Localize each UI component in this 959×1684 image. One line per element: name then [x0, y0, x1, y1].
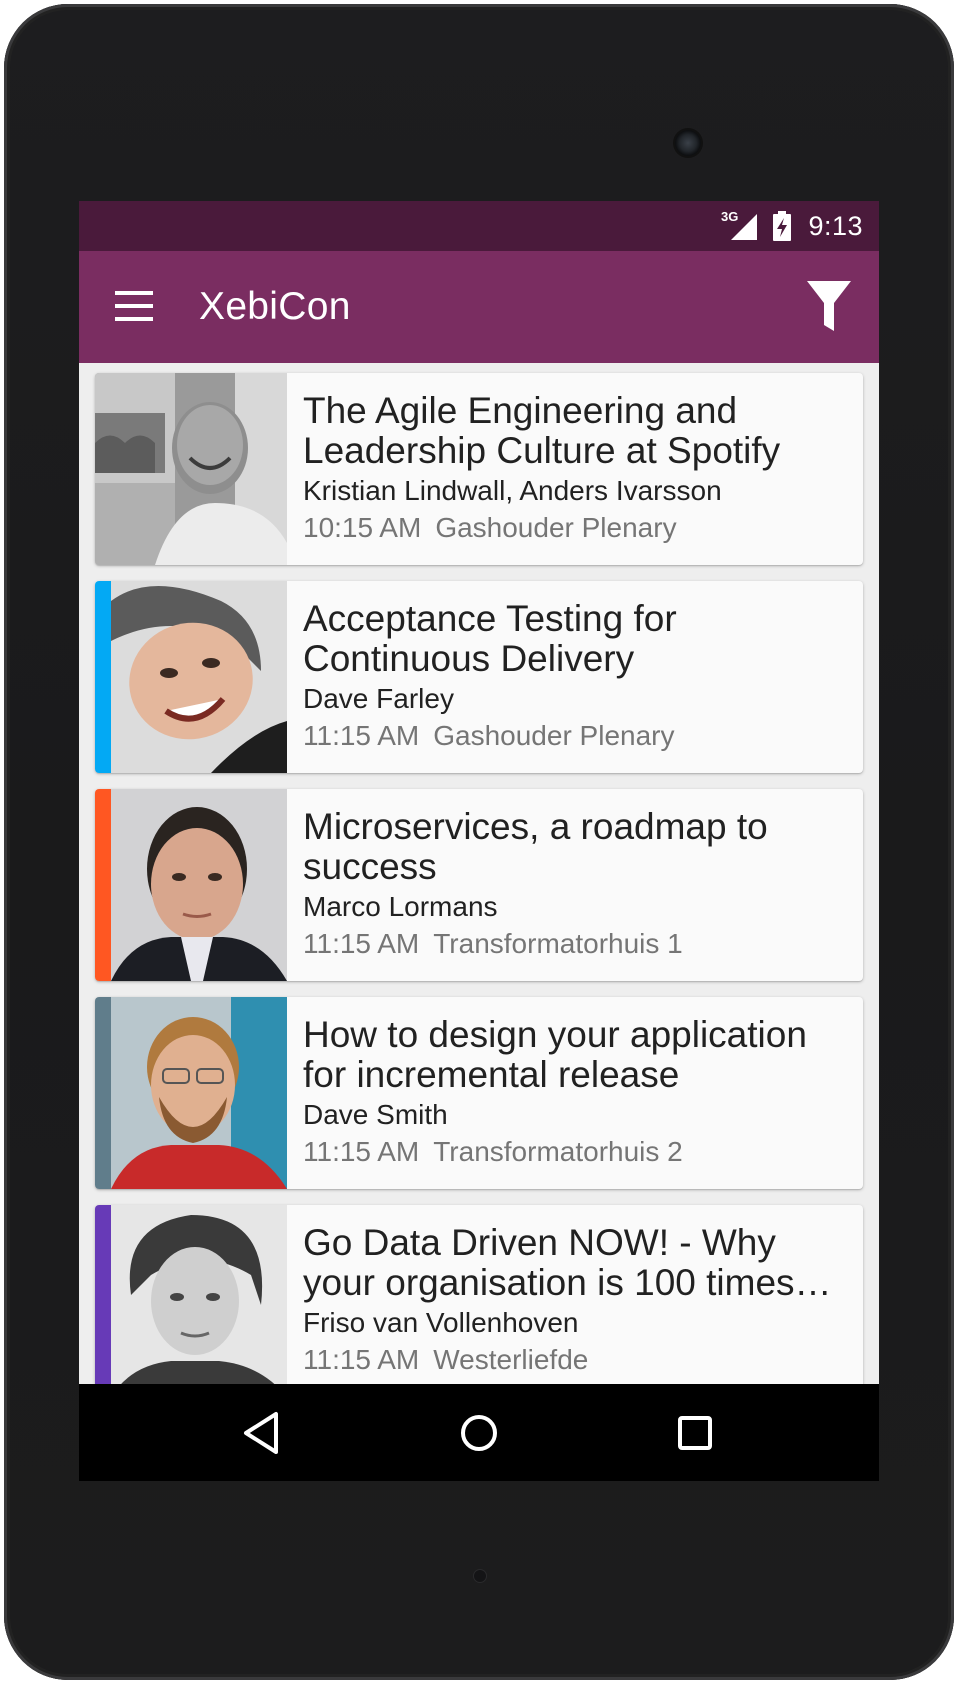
- session-time: 11:15 AM: [303, 1344, 420, 1375]
- session-time: 11:15 AM: [303, 1136, 420, 1167]
- recents-square-icon[interactable]: [670, 1408, 720, 1458]
- status-time: 9:13: [808, 211, 863, 241]
- session-speakers: Friso van Vollenhoven: [303, 1307, 579, 1338]
- cellular-signal-icon: 3G: [721, 209, 759, 242]
- session-card[interactable]: Acceptance Testing for Continuous Delive…: [95, 581, 863, 773]
- session-info: How to design your application for incre…: [303, 1015, 851, 1170]
- track-color-bar: [95, 789, 111, 981]
- session-title: Microservices, a roadmap to success: [303, 807, 768, 887]
- speaker-photo: [111, 789, 287, 981]
- system-nav-bar: [79, 1384, 879, 1481]
- track-color-bar: [95, 997, 111, 1189]
- session-meta: 11:15 AM Transformatorhuis 2: [303, 1134, 851, 1170]
- track-color-bar: [95, 1205, 111, 1397]
- speaker-photo: [111, 1205, 287, 1397]
- session-card[interactable]: Microservices, a roadmap to success Marc…: [95, 789, 863, 981]
- session-meta: 11:15 AM Westerliefde: [303, 1342, 851, 1378]
- hamburger-menu-icon[interactable]: [115, 291, 155, 321]
- session-list[interactable]: The Agile Engineering and Leadership Cul…: [95, 373, 863, 1413]
- session-room: Gashouder Plenary: [433, 720, 675, 751]
- session-card[interactable]: How to design your application for incre…: [95, 997, 863, 1189]
- session-time: 11:15 AM: [303, 720, 420, 751]
- speaker-photo: [95, 373, 287, 565]
- session-speakers: Dave Farley: [303, 683, 454, 714]
- session-title: Acceptance Testing for Continuous Delive…: [303, 599, 677, 679]
- session-info: The Agile Engineering and Leadership Cul…: [303, 391, 851, 546]
- session-card[interactable]: The Agile Engineering and Leadership Cul…: [95, 373, 863, 565]
- session-room: Transformatorhuis 1: [433, 928, 683, 959]
- back-triangle-icon[interactable]: [238, 1408, 288, 1458]
- session-card[interactable]: Go Data Driven NOW! - Why your organisat…: [95, 1205, 863, 1397]
- filter-funnel-icon[interactable]: [805, 279, 853, 333]
- bottom-sensor: [474, 1570, 486, 1582]
- home-circle-icon[interactable]: [454, 1408, 504, 1458]
- tablet-device: 3G 9:13 XebiCon The Agile Engineering an…: [0, 0, 959, 1684]
- session-time: 10:15 AM: [303, 512, 422, 543]
- session-title: The Agile Engineering and Leadership Cul…: [303, 391, 781, 471]
- network-type-label: 3G: [721, 209, 739, 224]
- session-info: Go Data Driven NOW! - Why your organisat…: [303, 1223, 851, 1378]
- status-bar: 3G 9:13: [79, 201, 879, 251]
- session-speakers: Marco Lormans: [303, 891, 498, 922]
- track-color-bar: [95, 581, 111, 773]
- session-speakers: Kristian Lindwall, Anders Ivarsson: [303, 475, 722, 506]
- session-info: Acceptance Testing for Continuous Delive…: [303, 599, 851, 754]
- session-info: Microservices, a roadmap to success Marc…: [303, 807, 851, 962]
- session-title: Go Data Driven NOW! - Why your organisat…: [303, 1223, 795, 1303]
- session-title: How to design your application for incre…: [303, 1015, 807, 1095]
- app-toolbar: XebiCon: [79, 251, 879, 363]
- session-time: 11:15 AM: [303, 928, 420, 959]
- session-room: Gashouder Plenary: [435, 512, 677, 543]
- session-meta: 10:15 AM Gashouder Plenary: [303, 510, 851, 546]
- session-meta: 11:15 AM Transformatorhuis 1: [303, 926, 851, 962]
- session-meta: 11:15 AM Gashouder Plenary: [303, 718, 851, 754]
- battery-charging-icon: [772, 211, 792, 241]
- session-speakers: Dave Smith: [303, 1099, 448, 1130]
- session-room: Transformatorhuis 2: [433, 1136, 683, 1167]
- app-title: XebiCon: [199, 285, 351, 328]
- session-room: Westerliefde: [433, 1344, 589, 1375]
- speaker-photo: [111, 997, 287, 1189]
- speaker-photo: [111, 581, 287, 773]
- front-camera: [675, 130, 701, 156]
- device-screen: 3G 9:13 XebiCon The Agile Engineering an…: [79, 201, 879, 1481]
